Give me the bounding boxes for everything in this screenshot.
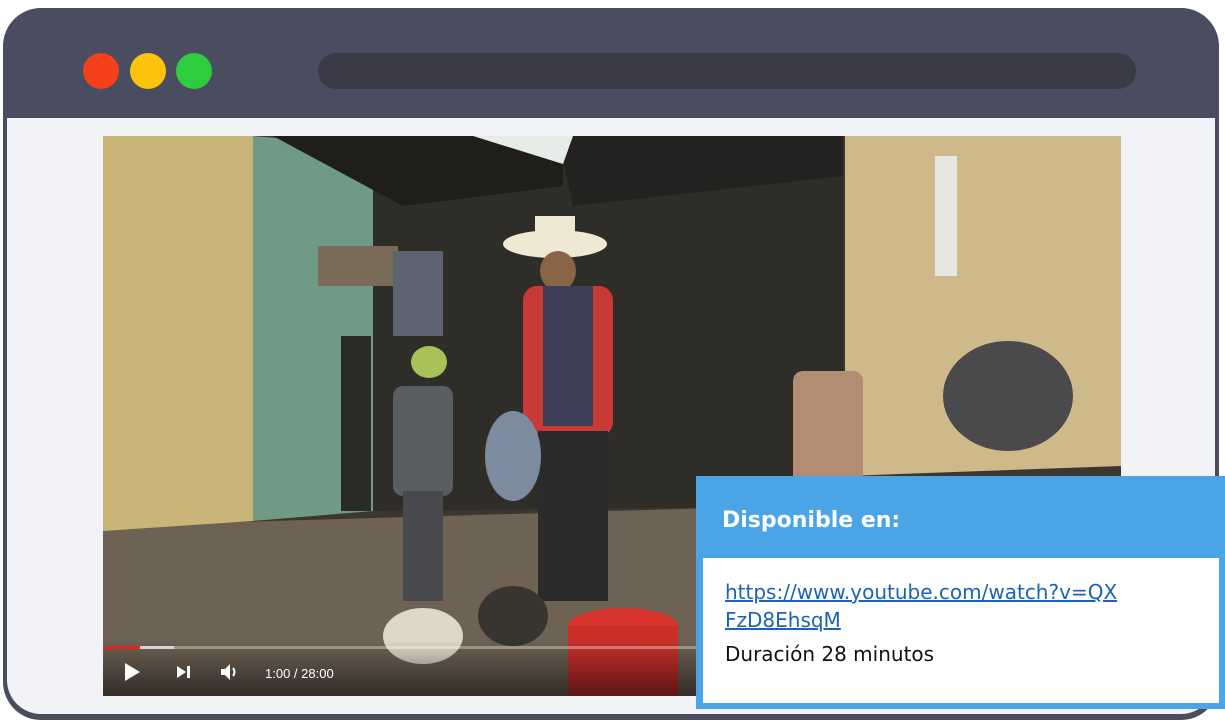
minimize-window-button[interactable] — [130, 53, 166, 89]
next-button[interactable] — [175, 662, 193, 682]
volume-button[interactable] — [219, 662, 241, 682]
maximize-window-button[interactable] — [176, 53, 212, 89]
duration-text: Duración 28 minutos — [725, 642, 935, 666]
video-link[interactable]: https://www.youtube.com/watch?v=QXFzD8Eh… — [725, 578, 1125, 634]
volume-icon — [221, 664, 236, 680]
next-icon — [177, 666, 190, 678]
address-bar[interactable] — [318, 53, 1136, 89]
time-display: 1:00 / 28:00 — [265, 666, 334, 681]
close-window-button[interactable] — [83, 53, 119, 89]
play-button[interactable] — [123, 662, 141, 682]
availability-card: Disponible en: https://www.youtube.com/w… — [696, 476, 1225, 709]
card-body: https://www.youtube.com/watch?v=QXFzD8Eh… — [703, 558, 1219, 703]
card-title: Disponible en: — [722, 508, 901, 533]
card-header: Disponible en: — [696, 476, 1225, 558]
play-icon — [125, 663, 140, 681]
progress-played — [103, 646, 140, 649]
